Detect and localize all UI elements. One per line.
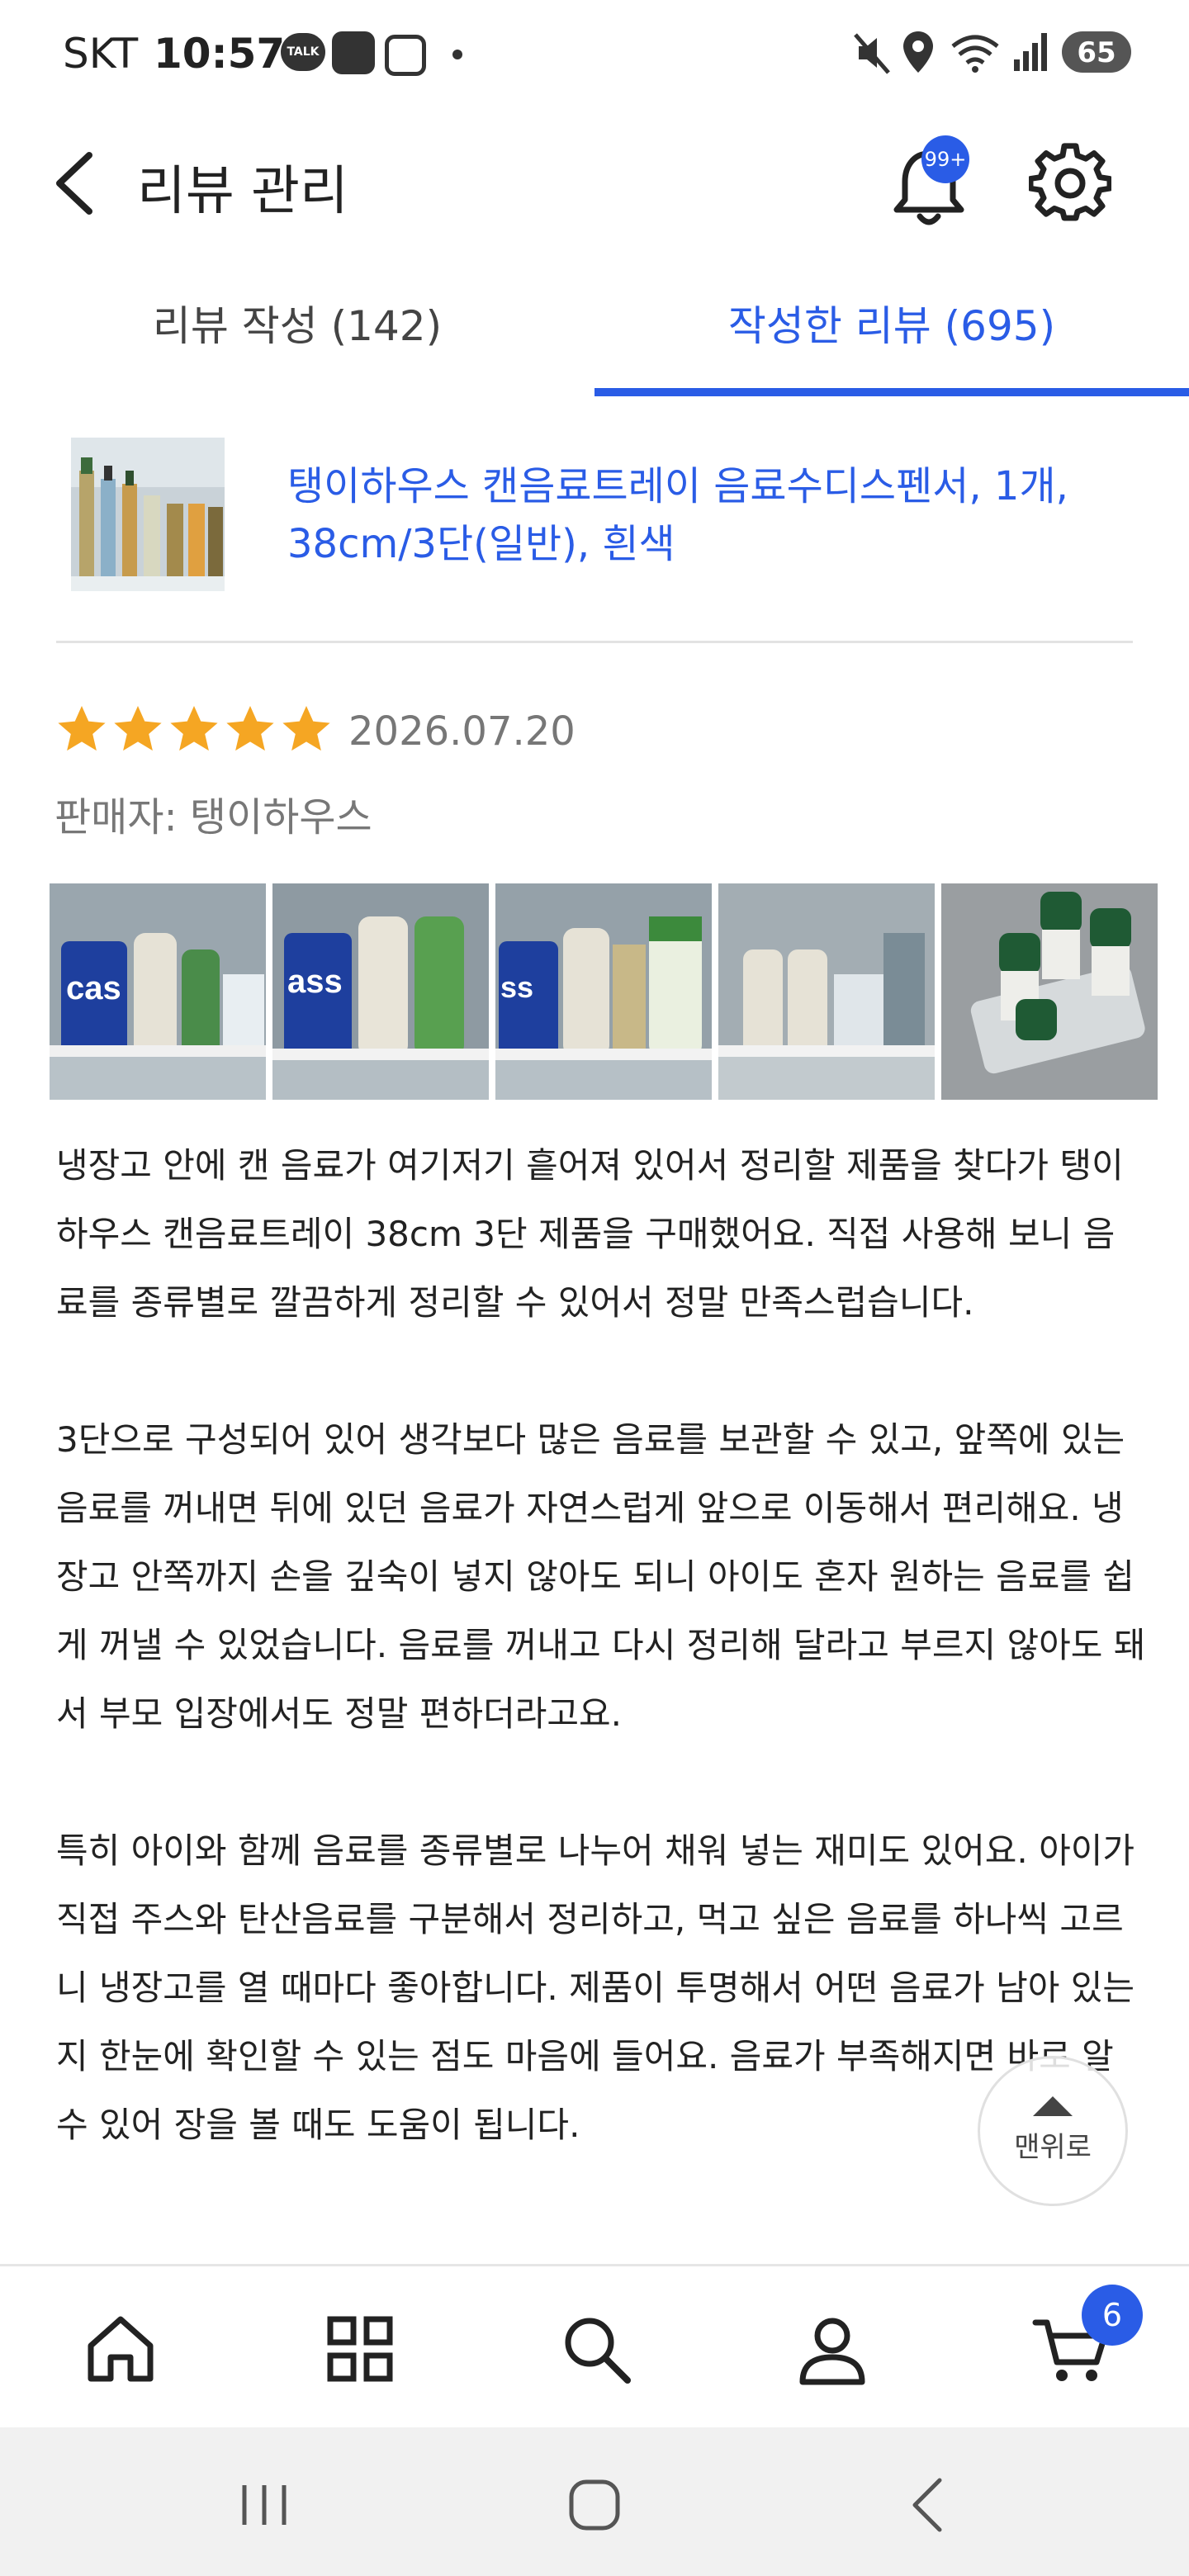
scroll-to-top-label: 맨위로 bbox=[1014, 2131, 1092, 2164]
page-title: 리뷰 관리 bbox=[137, 161, 348, 222]
notification-badge: 99+ bbox=[921, 135, 969, 183]
review-paragraph: 냉장고 안에 캔 음료가 여기저기 흩어져 있어서 정리할 제품을 찾다가 탱이… bbox=[56, 1145, 1124, 1323]
review-body: 냉장고 안에 캔 음료가 여기저기 흩어져 있어서 정리할 제품을 찾다가 탱이… bbox=[56, 1131, 1146, 2159]
arrow-up-icon bbox=[1033, 2096, 1073, 2116]
dot-icon bbox=[452, 50, 462, 59]
section-divider bbox=[56, 641, 1133, 643]
seller-label: 판매자: 탱이하우스 bbox=[54, 794, 372, 841]
star-icon bbox=[170, 705, 218, 751]
battery-level: 65 bbox=[1077, 36, 1116, 69]
signal-icon bbox=[1014, 33, 1047, 71]
clock: 10:57 bbox=[154, 30, 286, 78]
svg-text:cas: cas bbox=[66, 970, 121, 1006]
active-tab-indicator bbox=[594, 388, 1189, 396]
home-icon[interactable] bbox=[79, 2308, 162, 2390]
cart-count-badge: 6 bbox=[1082, 2285, 1143, 2346]
carrier-label: SKT bbox=[63, 30, 139, 78]
star-rating bbox=[54, 702, 334, 768]
review-date: 2026.07.20 bbox=[348, 708, 576, 755]
star-icon bbox=[58, 705, 106, 751]
product-thumbnail[interactable] bbox=[71, 438, 225, 591]
svg-text:ss: ss bbox=[500, 970, 533, 1004]
search-icon[interactable] bbox=[555, 2308, 637, 2390]
star-icon bbox=[226, 705, 274, 751]
wifi-icon bbox=[951, 35, 999, 73]
system-navigation-bar bbox=[0, 2427, 1189, 2576]
app-header: 리뷰 관리 99+ bbox=[0, 107, 1189, 256]
svg-text:ass: ass bbox=[287, 964, 343, 1000]
back-arrow-icon[interactable] bbox=[51, 149, 101, 218]
star-icon bbox=[282, 705, 330, 751]
review-paragraph: 3단으로 구성되어 있어 생각보다 많은 음료를 보관할 수 있고, 앞쪽에 있… bbox=[56, 1419, 1146, 1734]
samsung-app-icon bbox=[332, 31, 375, 74]
battery-icon: 65 bbox=[1062, 31, 1131, 73]
gear-icon[interactable] bbox=[1029, 142, 1111, 225]
location-icon bbox=[903, 31, 933, 73]
recent-apps-icon[interactable] bbox=[231, 2472, 297, 2538]
tab-written-reviews[interactable]: 작성한 리뷰 (695) bbox=[594, 272, 1189, 396]
review-photo[interactable]: cas bbox=[50, 883, 266, 1100]
star-icon bbox=[114, 705, 162, 751]
review-photo-strip: cas ass ss bbox=[50, 883, 1161, 1100]
status-bar: SKT 10:57 TALK 65 bbox=[0, 0, 1189, 107]
scroll-to-top-button[interactable]: 맨위로 bbox=[978, 2056, 1128, 2206]
review-photo[interactable] bbox=[941, 883, 1158, 1100]
review-tabs: 리뷰 작성 (142) 작성한 리뷰 (695) bbox=[0, 272, 1189, 400]
home-button-icon[interactable] bbox=[561, 2472, 628, 2538]
review-photo[interactable]: ss bbox=[495, 883, 712, 1100]
review-meta: 2026.07.20 판매자: 탱이하우스 bbox=[0, 702, 1189, 867]
system-back-icon[interactable] bbox=[897, 2472, 963, 2538]
review-photo[interactable] bbox=[718, 883, 935, 1100]
product-title-link[interactable]: 탱이하우스 캔음료트레이 음료수디스펜서, 1개, 38cm/3단(일반), 흰… bbox=[287, 457, 1113, 573]
screenshot-icon bbox=[385, 35, 426, 76]
product-card[interactable]: 탱이하우스 캔음료트레이 음료수디스펜서, 1개, 38cm/3단(일반), 흰… bbox=[0, 413, 1189, 644]
grid-icon[interactable] bbox=[319, 2308, 401, 2390]
tab-write-review[interactable]: 리뷰 작성 (142) bbox=[0, 272, 594, 396]
person-icon[interactable] bbox=[791, 2308, 874, 2390]
talk-icon: TALK bbox=[281, 33, 325, 71]
review-photo[interactable]: ass bbox=[272, 883, 489, 1100]
mute-icon bbox=[854, 33, 890, 74]
bottom-navigation: 6 bbox=[0, 2264, 1189, 2430]
